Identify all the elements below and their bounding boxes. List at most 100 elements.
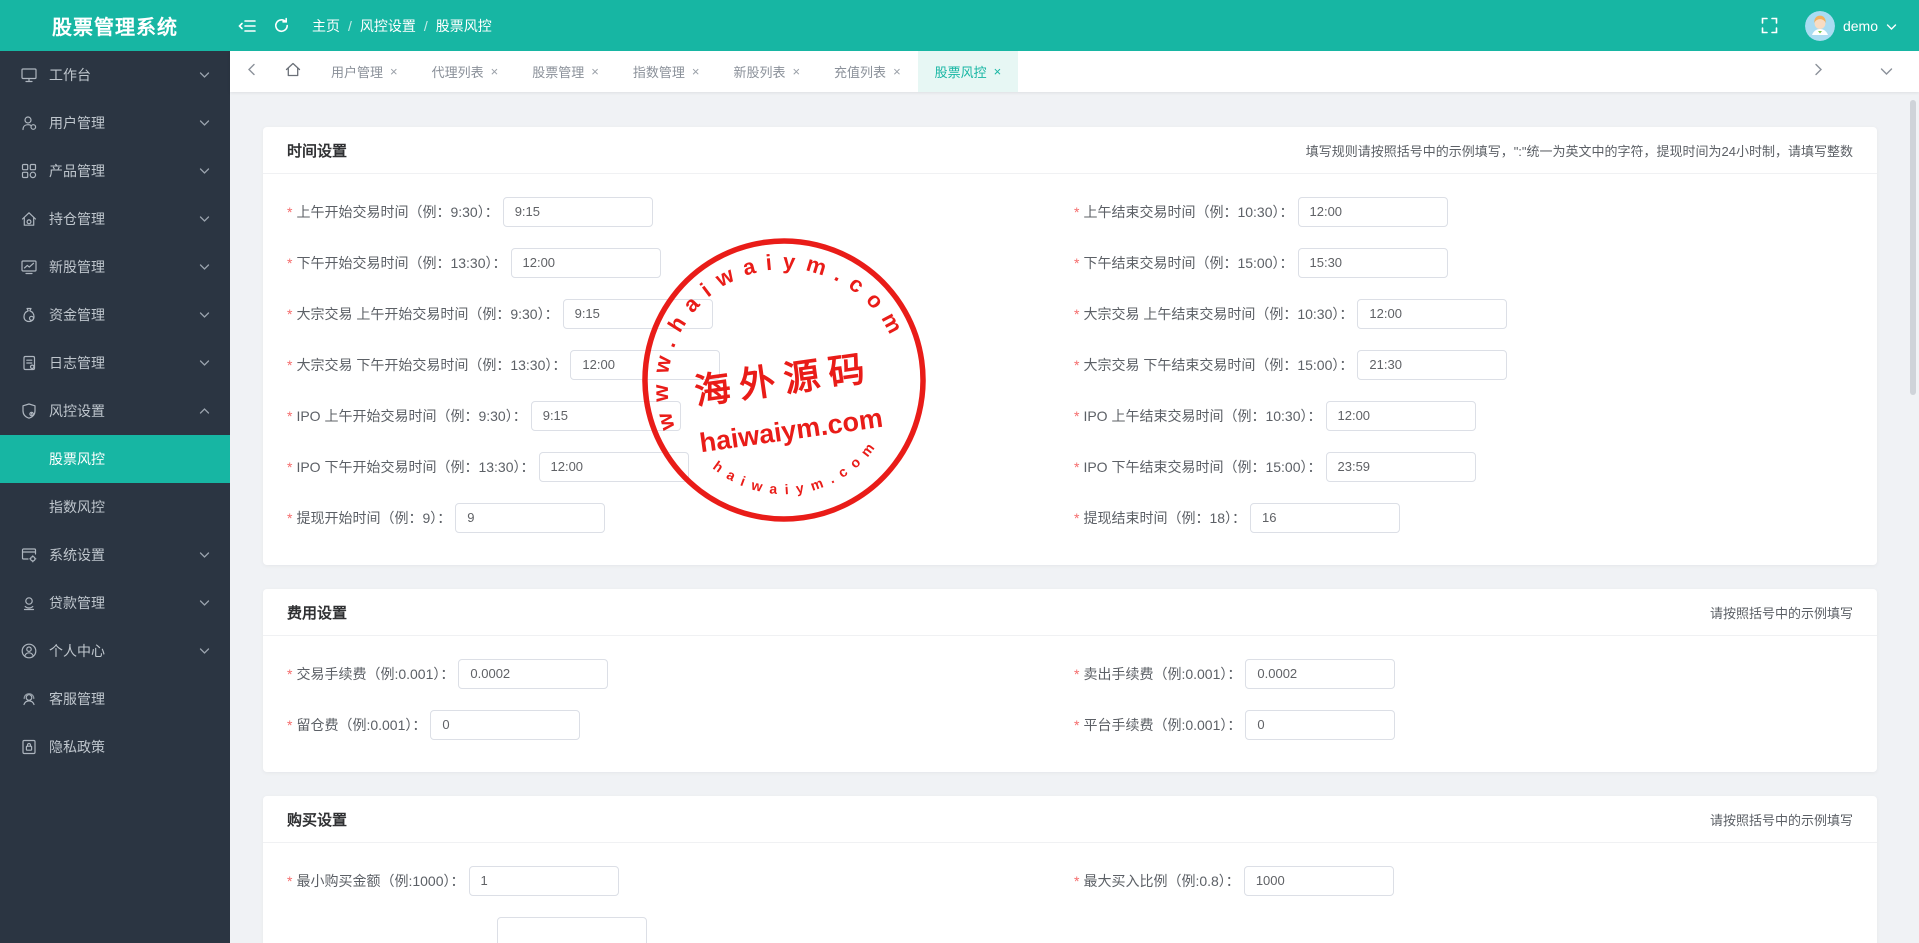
trade-fee-input[interactable] <box>458 658 609 689</box>
desktop-icon <box>20 66 38 84</box>
block-pm-open-time-input[interactable] <box>570 349 721 380</box>
sidebar-item-privacy-policy[interactable]: 隐私政策 <box>0 723 230 771</box>
tab-index-mgmt[interactable]: 指数管理 × <box>616 51 717 92</box>
pm-open-time-input[interactable] <box>510 247 661 278</box>
chevron-down-icon <box>1880 63 1893 80</box>
field-platform-fee: * 平台手续费（例:0.001）： <box>1074 699 1853 750</box>
close-icon[interactable]: × <box>692 64 700 79</box>
block-am-close-time-input[interactable] <box>1357 298 1508 329</box>
ipo-pm-close-time-input[interactable] <box>1325 451 1476 482</box>
sidebar-item-funds-mgmt[interactable]: 资金管理 <box>0 291 230 339</box>
field-label: 最大买入比例（例:0.8）： <box>1083 872 1240 889</box>
required-mark: * <box>287 872 293 889</box>
home-icon <box>285 62 301 82</box>
am-open-time-input[interactable] <box>502 196 653 227</box>
sidebar-item-position-mgmt[interactable]: 持仓管理 <box>0 195 230 243</box>
page-content: 时间设置 填写规则请按照括号中的示例填写，":"统一为英文中的字符，提现时间为2… <box>230 92 1919 943</box>
user-menu[interactable]: demo <box>1804 10 1897 41</box>
sidebar-item-label: 风控设置 <box>49 403 105 419</box>
tabs-scroll-left-button[interactable] <box>230 51 272 92</box>
sidebar-item-loan-mgmt[interactable]: 贷款管理 <box>0 579 230 627</box>
tab-home-button[interactable] <box>272 51 314 92</box>
home-gear-icon <box>20 210 38 228</box>
sidebar-item-system-settings[interactable]: 系统设置 <box>0 531 230 579</box>
sidebar-item-risk-settings[interactable]: 风控设置 <box>0 387 230 435</box>
scrollbar-thumb[interactable] <box>1910 100 1916 395</box>
field-sell-fee: * 卖出手续费（例:0.001）： <box>1074 648 1853 699</box>
field-label: 最小购买金额（例:1000）： <box>296 872 465 889</box>
breadcrumb-home[interactable]: 主页 <box>312 16 340 36</box>
tab-label: 用户管理 <box>331 65 384 80</box>
sidebar-item-label: 贷款管理 <box>49 595 105 611</box>
tab-label: 指数管理 <box>632 65 685 80</box>
sidebar-item-label: 个人中心 <box>49 643 105 659</box>
tab-stock-risk[interactable]: 股票风控 × <box>917 51 1019 92</box>
required-mark: * <box>287 716 293 733</box>
withdraw-end-time-input[interactable] <box>1250 502 1401 533</box>
ipo-am-close-time-input[interactable] <box>1325 400 1476 431</box>
sidebar-item-label: 产品管理 <box>49 163 105 179</box>
sidebar-item-log-mgmt[interactable]: 日志管理 <box>0 339 230 387</box>
tabs-scroll-right-button[interactable] <box>1797 51 1839 92</box>
chevron-down-icon <box>199 215 210 223</box>
am-close-time-input[interactable] <box>1297 196 1448 227</box>
close-icon[interactable]: × <box>994 64 1002 79</box>
ipo-pm-open-time-input[interactable] <box>538 451 689 482</box>
sidebar-item-new-stock-mgmt[interactable]: 新股管理 <box>0 243 230 291</box>
overnight-fee-input[interactable] <box>430 709 581 740</box>
sidebar-subitem-stock-risk[interactable]: 股票风控 <box>0 435 230 483</box>
field-label: 上午开始交易时间（例：9:30）： <box>296 203 499 220</box>
field-ipo-am-close: * IPO 上午结束交易时间（例：10:30）： <box>1074 390 1853 441</box>
field-withdraw-end: * 提现结束时间（例：18）： <box>1074 492 1853 543</box>
avatar <box>1804 10 1835 41</box>
tab-user-mgmt[interactable]: 用户管理 × <box>314 51 415 92</box>
tab-new-stock-list[interactable]: 新股列表 × <box>716 51 817 92</box>
field-ipo-am-open: * IPO 上午开始交易时间（例：9:30）： <box>287 390 1066 441</box>
required-mark: * <box>1074 407 1080 424</box>
required-mark: * <box>1074 305 1080 322</box>
required-mark: * <box>287 356 293 373</box>
required-mark: * <box>1074 356 1080 373</box>
block-pm-close-time-input[interactable] <box>1357 349 1508 380</box>
platform-fee-input[interactable] <box>1245 709 1396 740</box>
max-buy-ratio-input[interactable] <box>1243 865 1394 896</box>
field-am-close: * 上午结束交易时间（例：10:30）： <box>1074 186 1853 237</box>
required-mark: * <box>1074 872 1080 889</box>
ipo-am-open-time-input[interactable] <box>530 400 681 431</box>
tab-agent-list[interactable]: 代理列表 × <box>415 51 516 92</box>
breadcrumb-stock-risk: 股票风控 <box>435 17 492 34</box>
field-label: 交易手续费（例:0.001）： <box>296 665 455 682</box>
sidebar-item-user-mgmt[interactable]: 用户管理 <box>0 99 230 147</box>
sidebar-item-label: 持仓管理 <box>49 211 105 227</box>
field-block-am-close: * 大宗交易 上午结束交易时间（例：10:30）： <box>1074 288 1853 339</box>
tabs-menu-button[interactable] <box>1865 51 1907 92</box>
close-icon[interactable]: × <box>491 64 499 79</box>
sell-fee-input[interactable] <box>1245 658 1396 689</box>
next-field-input[interactable] <box>497 916 647 943</box>
fullscreen-button[interactable] <box>1753 9 1787 43</box>
chevron-down-icon <box>199 551 210 559</box>
withdraw-start-time-input[interactable] <box>455 502 606 533</box>
sidebar-subitem-index-risk[interactable]: 指数风控 <box>0 483 230 531</box>
pm-close-time-input[interactable] <box>1297 247 1448 278</box>
tab-stock-mgmt[interactable]: 股票管理 × <box>515 51 616 92</box>
close-icon[interactable]: × <box>893 64 901 79</box>
close-icon[interactable]: × <box>390 64 398 79</box>
sidebar-item-personal-center[interactable]: 个人中心 <box>0 627 230 675</box>
chevron-down-icon <box>1886 18 1897 34</box>
sidebar-item-workbench[interactable]: 工作台 <box>0 51 230 99</box>
log-icon <box>20 354 38 372</box>
min-buy-amount-input[interactable] <box>468 865 619 896</box>
refresh-button[interactable] <box>264 9 298 43</box>
collapse-sidebar-button[interactable] <box>230 9 264 43</box>
section-note: 请按照括号中的示例填写 <box>1709 812 1853 828</box>
sidebar-item-customer-service[interactable]: 客服管理 <box>0 675 230 723</box>
close-icon[interactable]: × <box>591 64 599 79</box>
close-icon[interactable]: × <box>792 64 800 79</box>
collapse-sidebar-icon <box>238 18 256 34</box>
field-pm-open: * 下午开始交易时间（例：13:30）： <box>287 237 1066 288</box>
headset-icon <box>20 690 38 708</box>
tab-recharge-list[interactable]: 充值列表 × <box>817 51 918 92</box>
sidebar-item-product-mgmt[interactable]: 产品管理 <box>0 147 230 195</box>
block-am-open-time-input[interactable] <box>562 298 713 329</box>
